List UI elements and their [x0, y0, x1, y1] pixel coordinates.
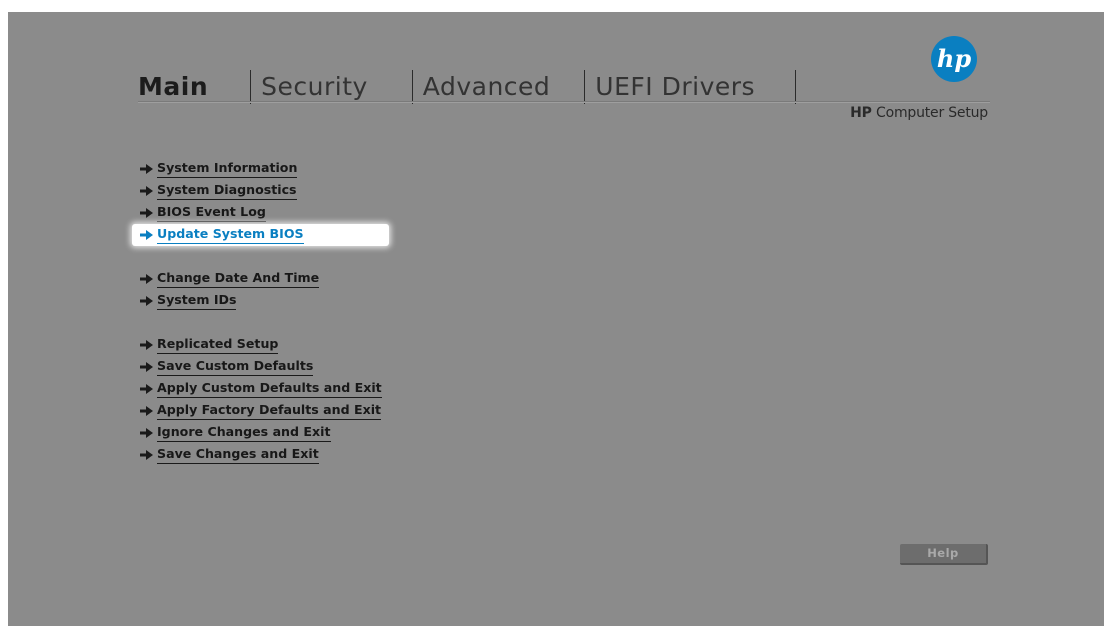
menu-item-label: Apply Custom Defaults and Exit: [157, 380, 382, 398]
main-menu: System Information System Diagnostics BI…: [132, 158, 389, 466]
menu-item-replicated-setup[interactable]: Replicated Setup: [138, 334, 389, 356]
menu-group-gap: [138, 312, 389, 334]
arrow-right-icon: [140, 164, 153, 174]
app-title: HP Computer Setup: [850, 105, 988, 121]
arrow-right-icon: [140, 428, 153, 438]
menu-item-apply-factory-defaults-and-exit[interactable]: Apply Factory Defaults and Exit: [138, 400, 389, 422]
menu-item-label: Save Custom Defaults: [157, 358, 314, 376]
menu-item-label: BIOS Event Log: [157, 204, 266, 222]
menu-item-system-diagnostics[interactable]: System Diagnostics: [138, 180, 389, 202]
menu-item-ignore-changes-and-exit[interactable]: Ignore Changes and Exit: [138, 422, 389, 444]
tab-security[interactable]: Security: [250, 70, 412, 104]
arrow-right-icon: [140, 230, 153, 240]
app-title-text: Computer Setup: [876, 105, 988, 121]
arrow-right-icon: [140, 340, 153, 350]
menu-item-save-changes-and-exit[interactable]: Save Changes and Exit: [138, 444, 389, 466]
menu-item-save-custom-defaults[interactable]: Save Custom Defaults: [138, 356, 389, 378]
menu-item-label: System IDs: [157, 292, 237, 310]
help-button[interactable]: Help: [900, 544, 988, 565]
menu-item-label: Replicated Setup: [157, 336, 279, 354]
tab-uefi-drivers[interactable]: UEFI Drivers: [584, 70, 795, 104]
tab-advanced[interactable]: Advanced: [411, 70, 585, 104]
arrow-right-icon: [140, 450, 153, 460]
menu-item-system-information[interactable]: System Information: [138, 158, 389, 180]
arrow-right-icon: [140, 296, 153, 306]
menu-item-bios-event-log[interactable]: BIOS Event Log: [138, 202, 389, 224]
menu-item-label: Update System BIOS: [157, 226, 304, 244]
menu-group-gap: [138, 246, 389, 268]
menu-item-label: Save Changes and Exit: [157, 446, 319, 464]
menu-item-update-system-bios[interactable]: Update System BIOS: [132, 224, 389, 246]
arrow-right-icon: [140, 406, 153, 416]
tab-separator: [795, 70, 797, 104]
arrow-right-icon: [140, 208, 153, 218]
menu-item-label: Change Date And Time: [157, 270, 320, 288]
menu-item-label: System Information: [157, 160, 298, 178]
bios-screen: Main Security Advanced UEFI Drivers hp H…: [8, 12, 1104, 626]
tab-divider-line: [138, 101, 990, 103]
menu-item-apply-custom-defaults-and-exit[interactable]: Apply Custom Defaults and Exit: [138, 378, 389, 400]
arrow-right-icon: [140, 384, 153, 394]
arrow-right-icon: [140, 274, 153, 284]
arrow-right-icon: [140, 362, 153, 372]
menu-item-label: Apply Factory Defaults and Exit: [157, 402, 382, 420]
menu-item-system-ids[interactable]: System IDs: [138, 290, 389, 312]
menu-item-change-date-and-time[interactable]: Change Date And Time: [138, 268, 389, 290]
tab-main[interactable]: Main: [138, 70, 250, 104]
hp-logo-icon: hp: [931, 36, 977, 82]
menu-item-label: System Diagnostics: [157, 182, 297, 200]
menu-item-label: Ignore Changes and Exit: [157, 424, 331, 442]
app-title-brand: HP: [850, 105, 872, 121]
arrow-right-icon: [140, 186, 153, 196]
logo-text: hp: [937, 44, 971, 73]
